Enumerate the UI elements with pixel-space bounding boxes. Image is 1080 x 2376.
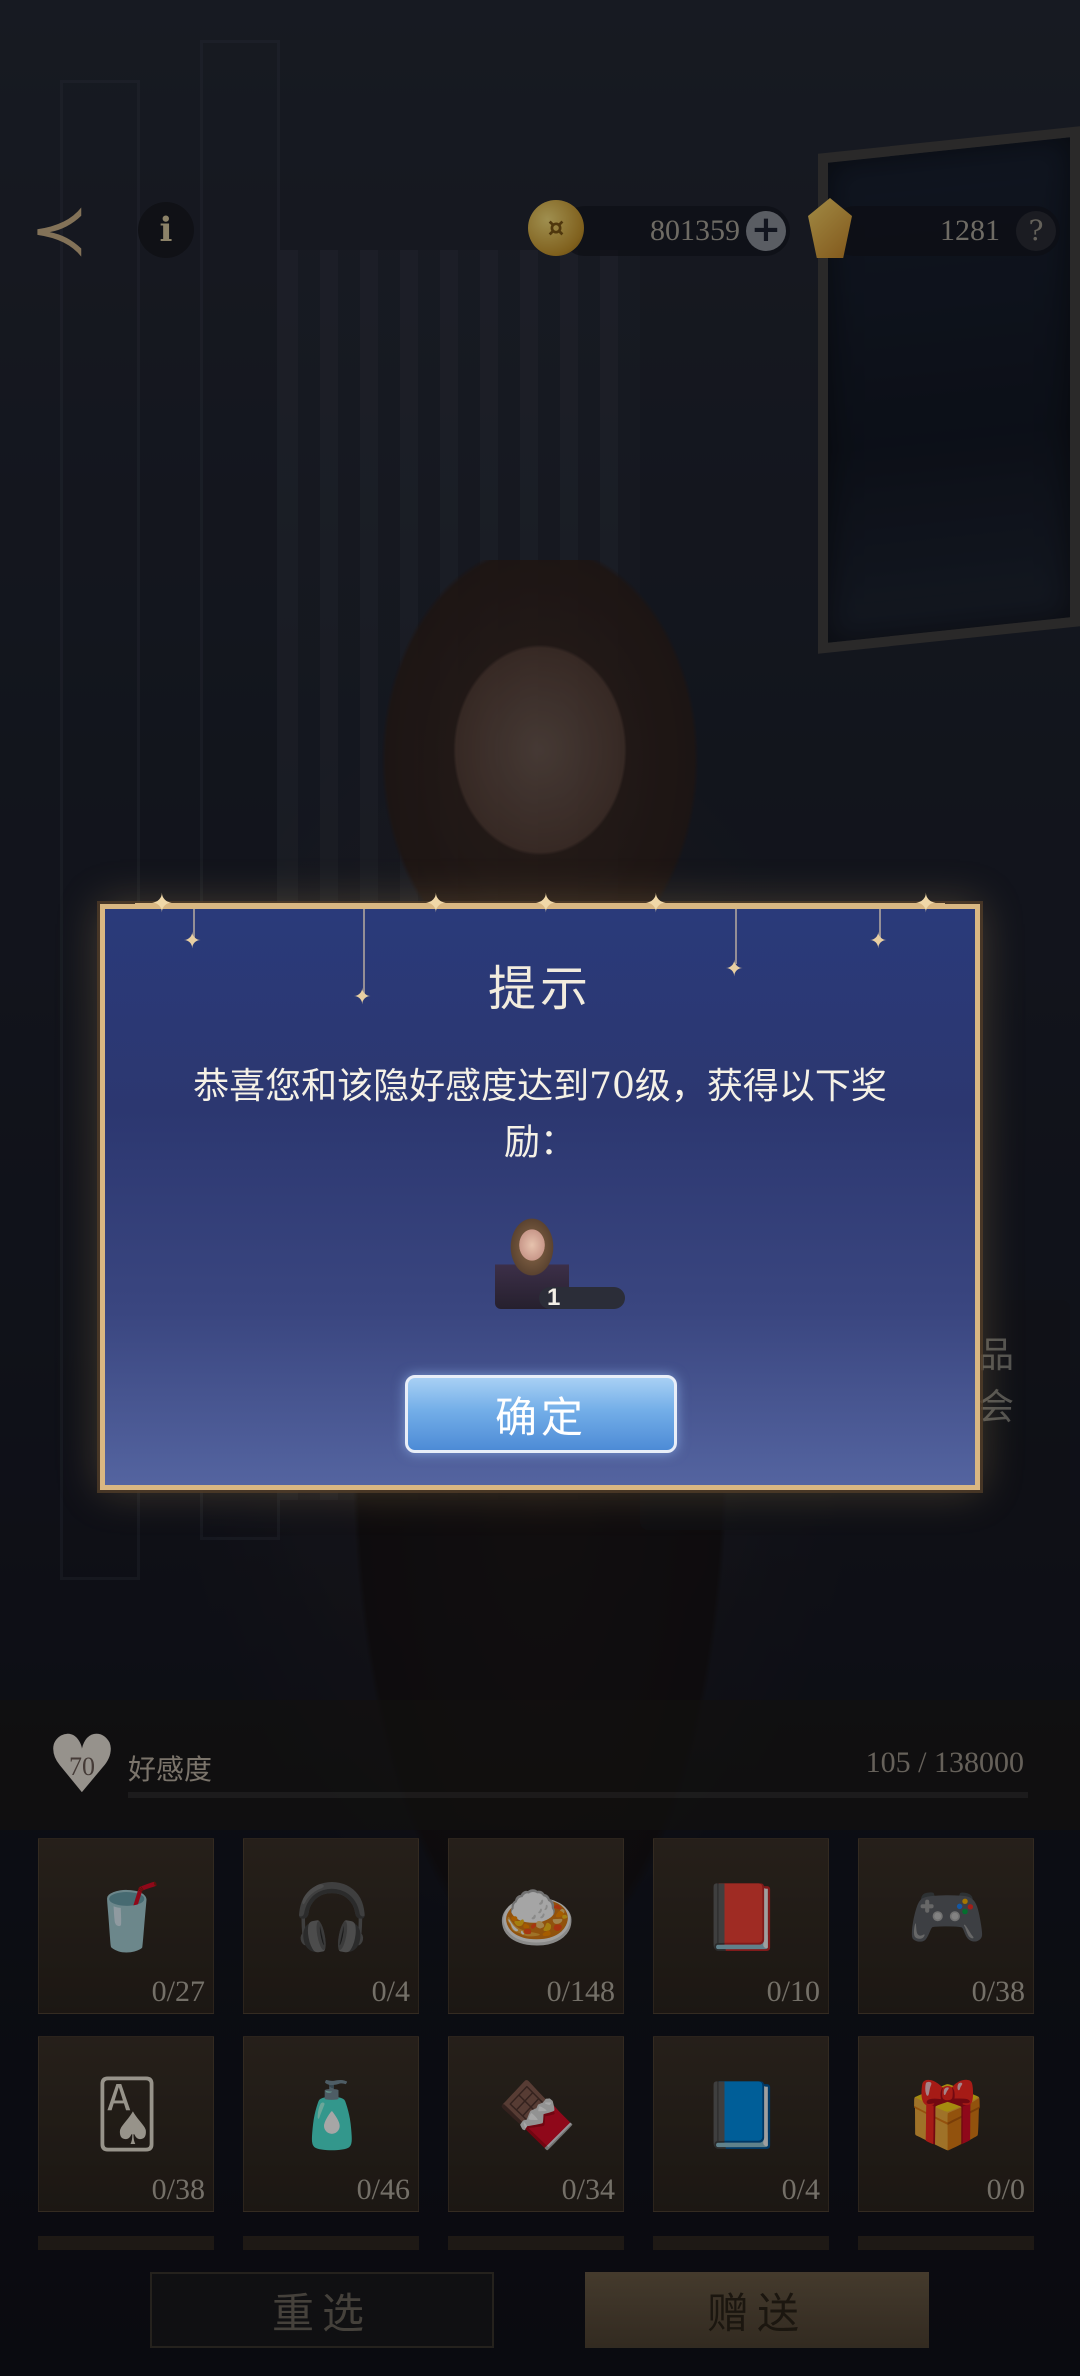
reward-item[interactable]: 1 <box>495 1209 645 1311</box>
dialog-title: 提示 <box>487 961 592 1017</box>
star-ornament-icon: ✦ <box>425 889 447 919</box>
reward-count: 1 <box>547 1284 561 1311</box>
dialog-ornament: ✦ ✦ ✦ ✦ ✦ <box>115 891 965 921</box>
reward-dialog: ✦ ✦ ✦ ✦ ✦ ✦ ✦ ✦ ✦ 提示 恭喜您和该隐好感度达到70级，获得以下… <box>100 891 980 1490</box>
star-ornament-icon: ✦ <box>915 889 937 919</box>
star-ornament-icon: ✦ <box>535 889 557 919</box>
dialog-message: 恭喜您和该隐好感度达到70级，获得以下奖励： <box>193 1066 887 1163</box>
star-ornament-icon: ✦ <box>151 889 173 919</box>
confirm-button[interactable]: 确定 <box>405 1375 677 1453</box>
star-ornament-icon: ✦ <box>645 889 667 919</box>
